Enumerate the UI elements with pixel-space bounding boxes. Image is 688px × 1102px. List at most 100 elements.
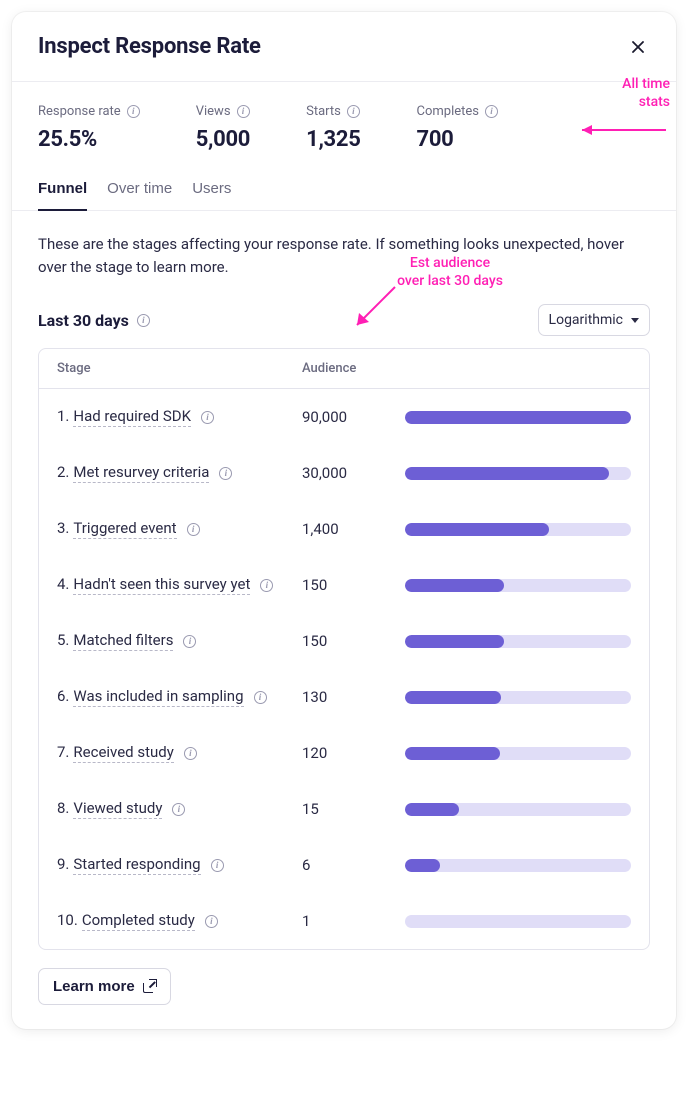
funnel-bar-fill bbox=[405, 579, 504, 592]
stat-value: 1,325 bbox=[306, 127, 360, 152]
table-header: Stage Audience bbox=[39, 349, 649, 389]
info-icon[interactable] bbox=[205, 915, 218, 928]
funnel-bar bbox=[405, 579, 631, 592]
funnel-bar bbox=[405, 915, 631, 928]
funnel-bar-fill bbox=[405, 635, 504, 648]
stat-response-rate: Response rate 25.5% bbox=[38, 104, 140, 152]
info-icon[interactable] bbox=[485, 105, 498, 118]
info-icon[interactable] bbox=[260, 579, 273, 592]
stats-row: All timestats Response rate 25.5% Views … bbox=[12, 82, 676, 162]
annotation-all-time-text: All timestats bbox=[622, 76, 670, 111]
modal-title: Inspect Response Rate bbox=[38, 34, 261, 59]
table-row: 2. Met resurvey criteria30,000 bbox=[39, 445, 649, 501]
info-icon[interactable] bbox=[137, 314, 150, 327]
stage-cell[interactable]: 9. Started responding bbox=[57, 855, 302, 875]
stage-cell[interactable]: 5. Matched filters bbox=[57, 631, 302, 651]
table-row: 9. Started responding6 bbox=[39, 837, 649, 893]
info-icon[interactable] bbox=[254, 691, 267, 704]
tab-users[interactable]: Users bbox=[192, 174, 231, 211]
info-icon[interactable] bbox=[127, 105, 140, 118]
stage-name: Met resurvey criteria bbox=[73, 463, 209, 483]
inspect-response-rate-modal: Inspect Response Rate All timestats Resp… bbox=[12, 12, 676, 1029]
audience-value: 6 bbox=[302, 856, 405, 874]
stage-name: Was included in sampling bbox=[73, 687, 243, 707]
stage-cell[interactable]: 3. Triggered event bbox=[57, 519, 302, 539]
stage-cell[interactable]: 8. Viewed study bbox=[57, 799, 302, 819]
col-header-audience: Audience bbox=[302, 361, 405, 376]
stage-number: 4. bbox=[57, 575, 69, 593]
stage-name: Matched filters bbox=[73, 631, 173, 651]
funnel-bar-fill bbox=[405, 467, 609, 480]
table-row: 3. Triggered event1,400 bbox=[39, 501, 649, 557]
audience-value: 30,000 bbox=[302, 464, 405, 482]
stage-cell[interactable]: 4. Hadn't seen this survey yet bbox=[57, 575, 302, 595]
info-icon[interactable] bbox=[172, 803, 185, 816]
info-icon[interactable] bbox=[184, 747, 197, 760]
info-icon[interactable] bbox=[237, 105, 250, 118]
stat-completes: Completes 700 bbox=[417, 104, 499, 152]
audience-value: 1 bbox=[302, 912, 405, 930]
stage-cell[interactable]: 1. Had required SDK bbox=[57, 407, 302, 427]
stage-number: 2. bbox=[57, 463, 69, 481]
funnel-subheader: Last 30 days Logarithmic bbox=[38, 304, 650, 336]
funnel-body: These are the stages affecting your resp… bbox=[12, 211, 676, 1029]
table-row: 8. Viewed study15 bbox=[39, 781, 649, 837]
funnel-bar bbox=[405, 411, 631, 424]
audience-value: 90,000 bbox=[302, 408, 405, 426]
stat-label: Response rate bbox=[38, 104, 140, 119]
funnel-table: Stage Audience 1. Had required SDK90,000… bbox=[38, 348, 650, 950]
stage-number: 7. bbox=[57, 743, 69, 761]
external-link-icon bbox=[143, 980, 156, 993]
scale-select[interactable]: Logarithmic bbox=[538, 304, 650, 336]
info-icon[interactable] bbox=[201, 411, 214, 424]
audience-value: 120 bbox=[302, 744, 405, 762]
stage-name: Viewed study bbox=[73, 799, 162, 819]
funnel-bar-fill bbox=[405, 691, 501, 704]
stat-value: 700 bbox=[417, 127, 499, 152]
stage-name: Triggered event bbox=[73, 519, 176, 539]
funnel-bar bbox=[405, 467, 631, 480]
info-icon[interactable] bbox=[183, 635, 196, 648]
stage-name: Had required SDK bbox=[73, 407, 191, 427]
stage-number: 8. bbox=[57, 799, 69, 817]
stage-name: Started responding bbox=[73, 855, 200, 875]
funnel-bar-fill bbox=[405, 411, 631, 424]
info-icon[interactable] bbox=[187, 523, 200, 536]
stage-name: Received study bbox=[73, 743, 173, 763]
funnel-bar bbox=[405, 747, 631, 760]
tabs: Funnel Over time Users bbox=[12, 162, 676, 211]
stage-name: Completed study bbox=[82, 911, 195, 931]
table-row: 7. Received study120 bbox=[39, 725, 649, 781]
close-button[interactable] bbox=[626, 35, 650, 59]
stage-cell[interactable]: 10. Completed study bbox=[57, 911, 302, 931]
stat-views: Views 5,000 bbox=[196, 104, 250, 152]
close-icon bbox=[630, 39, 646, 55]
funnel-bar-fill bbox=[405, 523, 549, 536]
funnel-bar bbox=[405, 523, 631, 536]
stage-cell[interactable]: 6. Was included in sampling bbox=[57, 687, 302, 707]
stage-number: 9. bbox=[57, 855, 69, 873]
stage-name: Hadn't seen this survey yet bbox=[73, 575, 250, 595]
audience-value: 15 bbox=[302, 800, 405, 818]
info-icon[interactable] bbox=[347, 105, 360, 118]
funnel-bar bbox=[405, 803, 631, 816]
stage-number: 5. bbox=[57, 631, 69, 649]
stage-number: 3. bbox=[57, 519, 69, 537]
funnel-bar bbox=[405, 635, 631, 648]
stage-number: 1. bbox=[57, 407, 69, 425]
tab-funnel[interactable]: Funnel bbox=[38, 174, 87, 211]
stat-label: Completes bbox=[417, 104, 499, 119]
table-row: 10. Completed study1 bbox=[39, 893, 649, 949]
scale-select-value: Logarithmic bbox=[549, 312, 623, 328]
stage-cell[interactable]: 7. Received study bbox=[57, 743, 302, 763]
funnel-bar-fill bbox=[405, 747, 500, 760]
funnel-description: These are the stages affecting your resp… bbox=[38, 233, 650, 278]
last-30-days-label: Last 30 days bbox=[38, 311, 150, 330]
info-icon[interactable] bbox=[219, 467, 232, 480]
tab-over-time[interactable]: Over time bbox=[107, 174, 172, 211]
learn-more-button[interactable]: Learn more bbox=[38, 968, 171, 1005]
col-header-stage: Stage bbox=[57, 361, 302, 376]
stage-cell[interactable]: 2. Met resurvey criteria bbox=[57, 463, 302, 483]
info-icon[interactable] bbox=[211, 859, 224, 872]
audience-value: 150 bbox=[302, 576, 405, 594]
